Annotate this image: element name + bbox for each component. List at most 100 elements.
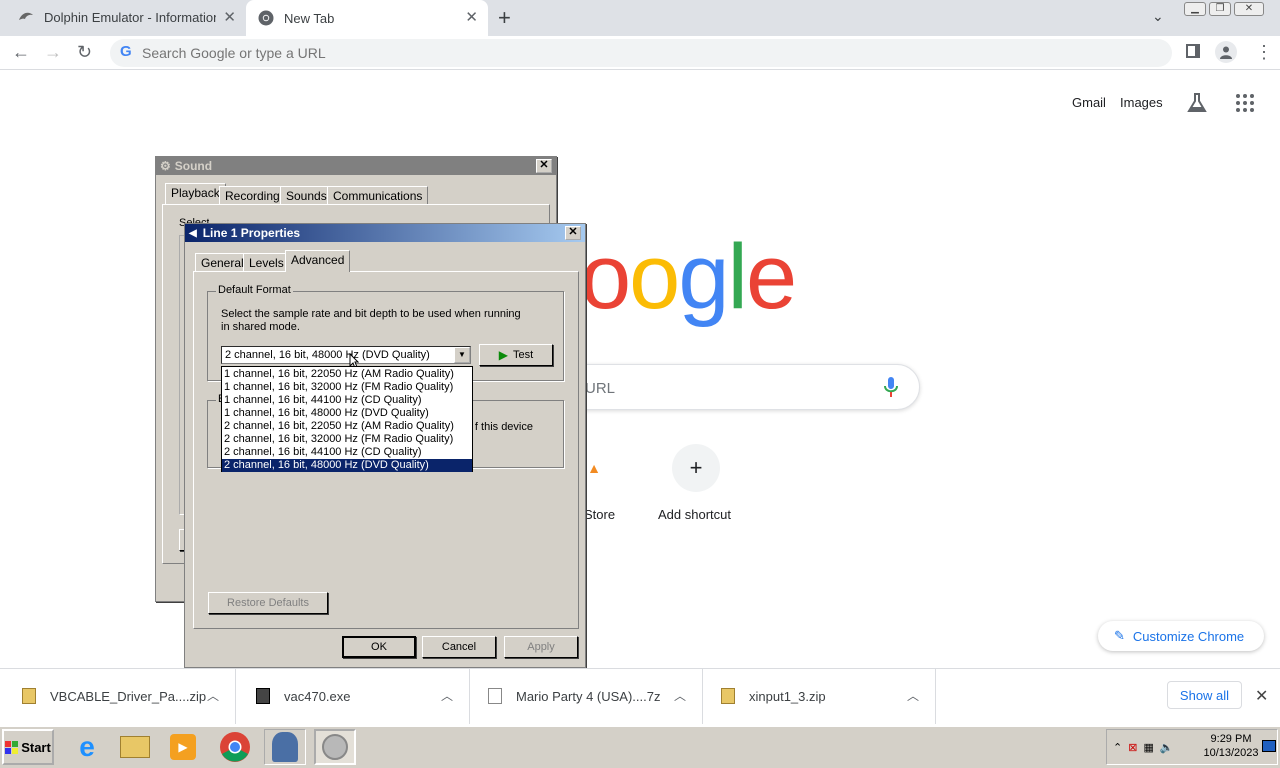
test-button[interactable]: ▶ Test [479,344,553,366]
speaker-icon: ◀ [189,227,197,239]
apps-grid-icon[interactable] [1236,94,1254,112]
voice-search-mic-icon[interactable] [884,376,898,403]
download-item[interactable]: VBCABLE_Driver_Pa....zip ︿ [0,668,236,724]
chevron-up-icon[interactable]: ︿ [441,687,453,704]
format-options-list[interactable]: 1 channel, 16 bit, 22050 Hz (AM Radio Qu… [221,366,473,472]
zip-file-icon [721,688,735,704]
tab-communications[interactable]: Communications [327,186,429,204]
address-input[interactable] [142,45,742,61]
images-link[interactable]: Images [1120,95,1163,110]
clock-date: 10/13/2023 [1203,747,1259,759]
close-download-bar-icon[interactable]: ✕ [1255,686,1268,706]
ok-button[interactable]: OK [342,636,416,658]
chevron-up-icon[interactable]: ︿ [207,687,219,704]
clock[interactable]: 9:29 PM 10/13/2023 [1200,732,1262,760]
volume-icon[interactable]: 🔈 [1160,741,1174,754]
format-dropdown[interactable]: 2 channel, 16 bit, 48000 Hz (DVD Quality… [221,346,471,364]
new-tab-button[interactable]: + [498,5,511,31]
format-option[interactable]: 1 channel, 16 bit, 32000 Hz (FM Radio Qu… [222,381,472,394]
exclusive-partial-text: f this device [474,421,533,433]
tab-dolphin[interactable]: Dolphin Emulator - Information c ✕ [8,0,246,34]
format-option[interactable]: 1 channel, 16 bit, 22050 Hz (AM Radio Qu… [222,368,472,381]
close-window-button[interactable]: ✕ [1234,2,1264,16]
apply-button[interactable]: Apply [504,636,578,658]
tab-general[interactable]: General [195,253,250,271]
format-option[interactable]: 2 channel, 16 bit, 44100 Hz (CD Quality) [222,446,472,459]
chrome-icon [258,10,274,26]
description-line: in shared mode. [221,321,300,333]
download-item[interactable]: xinput1_3.zip ︿ [703,668,936,724]
clock-time: 9:29 PM [1210,733,1252,745]
sound-taskbar-icon[interactable] [314,729,356,765]
tab-recording[interactable]: Recording [219,186,286,204]
format-option[interactable]: 2 channel, 16 bit, 22050 Hz (AM Radio Qu… [222,420,472,433]
close-tab-icon[interactable]: ✕ [465,8,478,26]
cancel-button[interactable]: Cancel [422,636,496,658]
side-panel-icon[interactable] [1186,44,1200,58]
minimize-button[interactable]: ▁ [1184,2,1206,16]
tab-playback[interactable]: Playback [165,183,226,205]
tray-expand-icon[interactable]: ⌃ [1113,741,1122,754]
dropdown-arrow-icon[interactable]: ▼ [454,347,470,363]
restore-button[interactable]: ❐ [1209,2,1231,16]
description-line: Select the sample rate and bit depth to … [221,308,521,320]
close-tab-icon[interactable]: ✕ [223,8,236,26]
tab-sounds[interactable]: Sounds [280,186,333,204]
chevron-up-icon[interactable]: ︿ [674,687,686,704]
download-item[interactable]: vac470.exe ︿ [236,668,470,724]
tab-title: New Tab [284,10,335,26]
format-option[interactable]: 2 channel, 16 bit, 32000 Hz (FM Radio Qu… [222,433,472,446]
google-g-icon: G [120,43,132,60]
format-option-selected[interactable]: 2 channel, 16 bit, 48000 Hz (DVD Quality… [222,459,472,472]
start-button[interactable]: Start [2,729,54,765]
show-all-button[interactable]: Show all [1167,681,1242,709]
internet-explorer-icon[interactable]: e [66,729,108,765]
test-label: Test [513,349,534,361]
play-icon: ▶ [498,348,509,362]
chrome-taskbar-icon[interactable] [214,729,256,765]
shortcut-label: Store [584,507,616,522]
customize-chrome-button[interactable]: ✎ Customize Chrome [1098,621,1264,651]
file-icon [488,688,502,704]
network-icon[interactable]: ▦ [1143,741,1153,754]
format-option[interactable]: 1 channel, 16 bit, 44100 Hz (CD Quality) [222,394,472,407]
download-filename: Mario Party 4 (USA)....7z [516,688,661,704]
close-button[interactable]: ✕ [536,159,552,173]
format-option[interactable]: 1 channel, 16 bit, 48000 Hz (DVD Quality… [222,407,472,420]
menu-kebab-icon[interactable]: ⋮ [1255,42,1273,63]
tab-search-chevron-icon[interactable]: ⌄ [1152,8,1164,25]
add-shortcut-plus-icon: + [672,444,720,492]
tab-advanced[interactable]: Advanced [285,250,351,272]
download-item[interactable]: Mario Party 4 (USA)....7z ︿ [470,668,703,724]
sound-title: Sound [174,159,213,173]
back-arrow-icon[interactable]: ← [12,42,30,63]
zip-file-icon [22,688,36,704]
tab-levels[interactable]: Levels [243,253,290,271]
dolphin-icon [18,9,34,25]
media-player-icon[interactable]: ▶ [162,729,204,765]
dolphin-taskbar-icon[interactable] [264,729,306,765]
profile-avatar[interactable] [1215,41,1237,63]
properties-titlebar: ◀ Line 1 Properties [185,224,585,242]
gmail-link[interactable]: Gmail [1072,95,1106,110]
format-selected-value: 2 channel, 16 bit, 48000 Hz (DVD Quality… [225,349,430,361]
folder-icon[interactable] [114,729,156,765]
tab-title: Dolphin Emulator - Information c [44,9,216,25]
download-filename: xinput1_3.zip [749,688,826,704]
shortcut-add[interactable]: + [672,444,720,492]
show-desktop-icon[interactable] [1262,740,1276,752]
google-logo: oogle [580,226,797,328]
tab-new-tab[interactable]: New Tab ✕ [246,0,488,36]
properties-title: Line 1 Properties [202,226,301,240]
labs-flask-icon[interactable] [1186,92,1208,119]
reload-icon[interactable]: ↻ [77,42,92,63]
chevron-up-icon[interactable]: ︿ [907,687,919,704]
forward-arrow-icon[interactable]: → [44,42,62,63]
pencil-icon: ✎ [1114,628,1125,643]
restore-defaults-button[interactable]: Restore Defaults [208,592,328,614]
download-filename: vac470.exe [284,688,351,704]
download-filename: VBCABLE_Driver_Pa....zip [50,688,207,704]
line1-properties-dialog: ◀ Line 1 Properties ✕ General Levels Adv… [184,223,586,668]
close-button[interactable]: ✕ [565,226,581,240]
network-error-icon[interactable]: ⊠ [1128,741,1137,754]
